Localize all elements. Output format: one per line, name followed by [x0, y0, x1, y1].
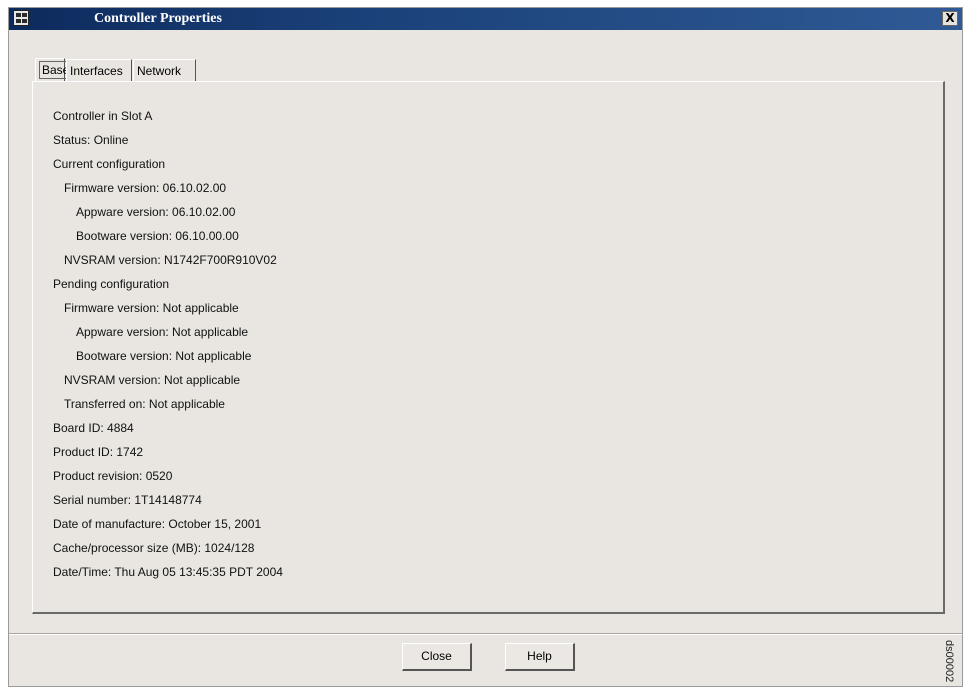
pending-nvsram-version: NVSRAM version: Not applicable [64, 373, 241, 387]
cache-processor-size-text: Cache/processor size (MB): 1024/128 [53, 541, 255, 555]
current-appware-version: Appware version: 06.10.02.00 [76, 205, 236, 219]
pending-firmware-version: Firmware version: Not applicable [64, 301, 239, 315]
tab-network-label: Network [137, 64, 182, 78]
current-bootware-version: Bootware version: 06.10.00.00 [76, 229, 239, 243]
table-grid-icon [13, 10, 29, 26]
current-configuration-heading: Current configuration [53, 157, 166, 171]
button-separator [9, 633, 962, 635]
board-id-text: Board ID: 4884 [53, 421, 134, 435]
help-button[interactable]: Help [505, 643, 575, 671]
current-nvsram-version: NVSRAM version: N1742F700R910V02 [64, 253, 277, 267]
controller-slot-text: Controller in Slot A [53, 109, 153, 123]
transferred-on-text: Transferred on: Not applicable [64, 397, 225, 411]
pending-bootware-version: Bootware version: Not applicable [76, 349, 252, 363]
pending-appware-version: Appware version: Not applicable [76, 325, 249, 339]
properties-dialog: Controller Properties X Base Interfaces … [8, 7, 963, 687]
base-tab-panel: Controller in Slot A Status: Online Curr… [32, 81, 945, 614]
close-button[interactable]: Close [402, 643, 472, 671]
window-title: Controller Properties [94, 11, 222, 26]
product-revision-text: Product revision: 0520 [53, 469, 173, 483]
figure-id-watermark: ds00002 [943, 640, 955, 683]
tab-interfaces-label: Interfaces [70, 64, 123, 78]
tab-interfaces[interactable]: Interfaces [66, 59, 132, 81]
product-id-text: Product ID: 1742 [53, 445, 144, 459]
serial-number-text: Serial number: 1T14148774 [53, 493, 202, 507]
status-text: Status: Online [53, 133, 129, 147]
title-bar[interactable]: Controller Properties [9, 8, 962, 30]
tab-network[interactable]: Network [133, 59, 196, 81]
date-of-manufacture-text: Date of manufacture: October 15, 2001 [53, 517, 262, 531]
date-time-text: Date/Time: Thu Aug 05 13:45:35 PDT 2004 [53, 565, 283, 579]
current-firmware-version: Firmware version: 06.10.02.00 [64, 181, 227, 195]
tab-base[interactable]: Base [35, 58, 73, 82]
close-icon[interactable]: X [942, 11, 958, 26]
pending-configuration-heading: Pending configuration [53, 277, 170, 291]
